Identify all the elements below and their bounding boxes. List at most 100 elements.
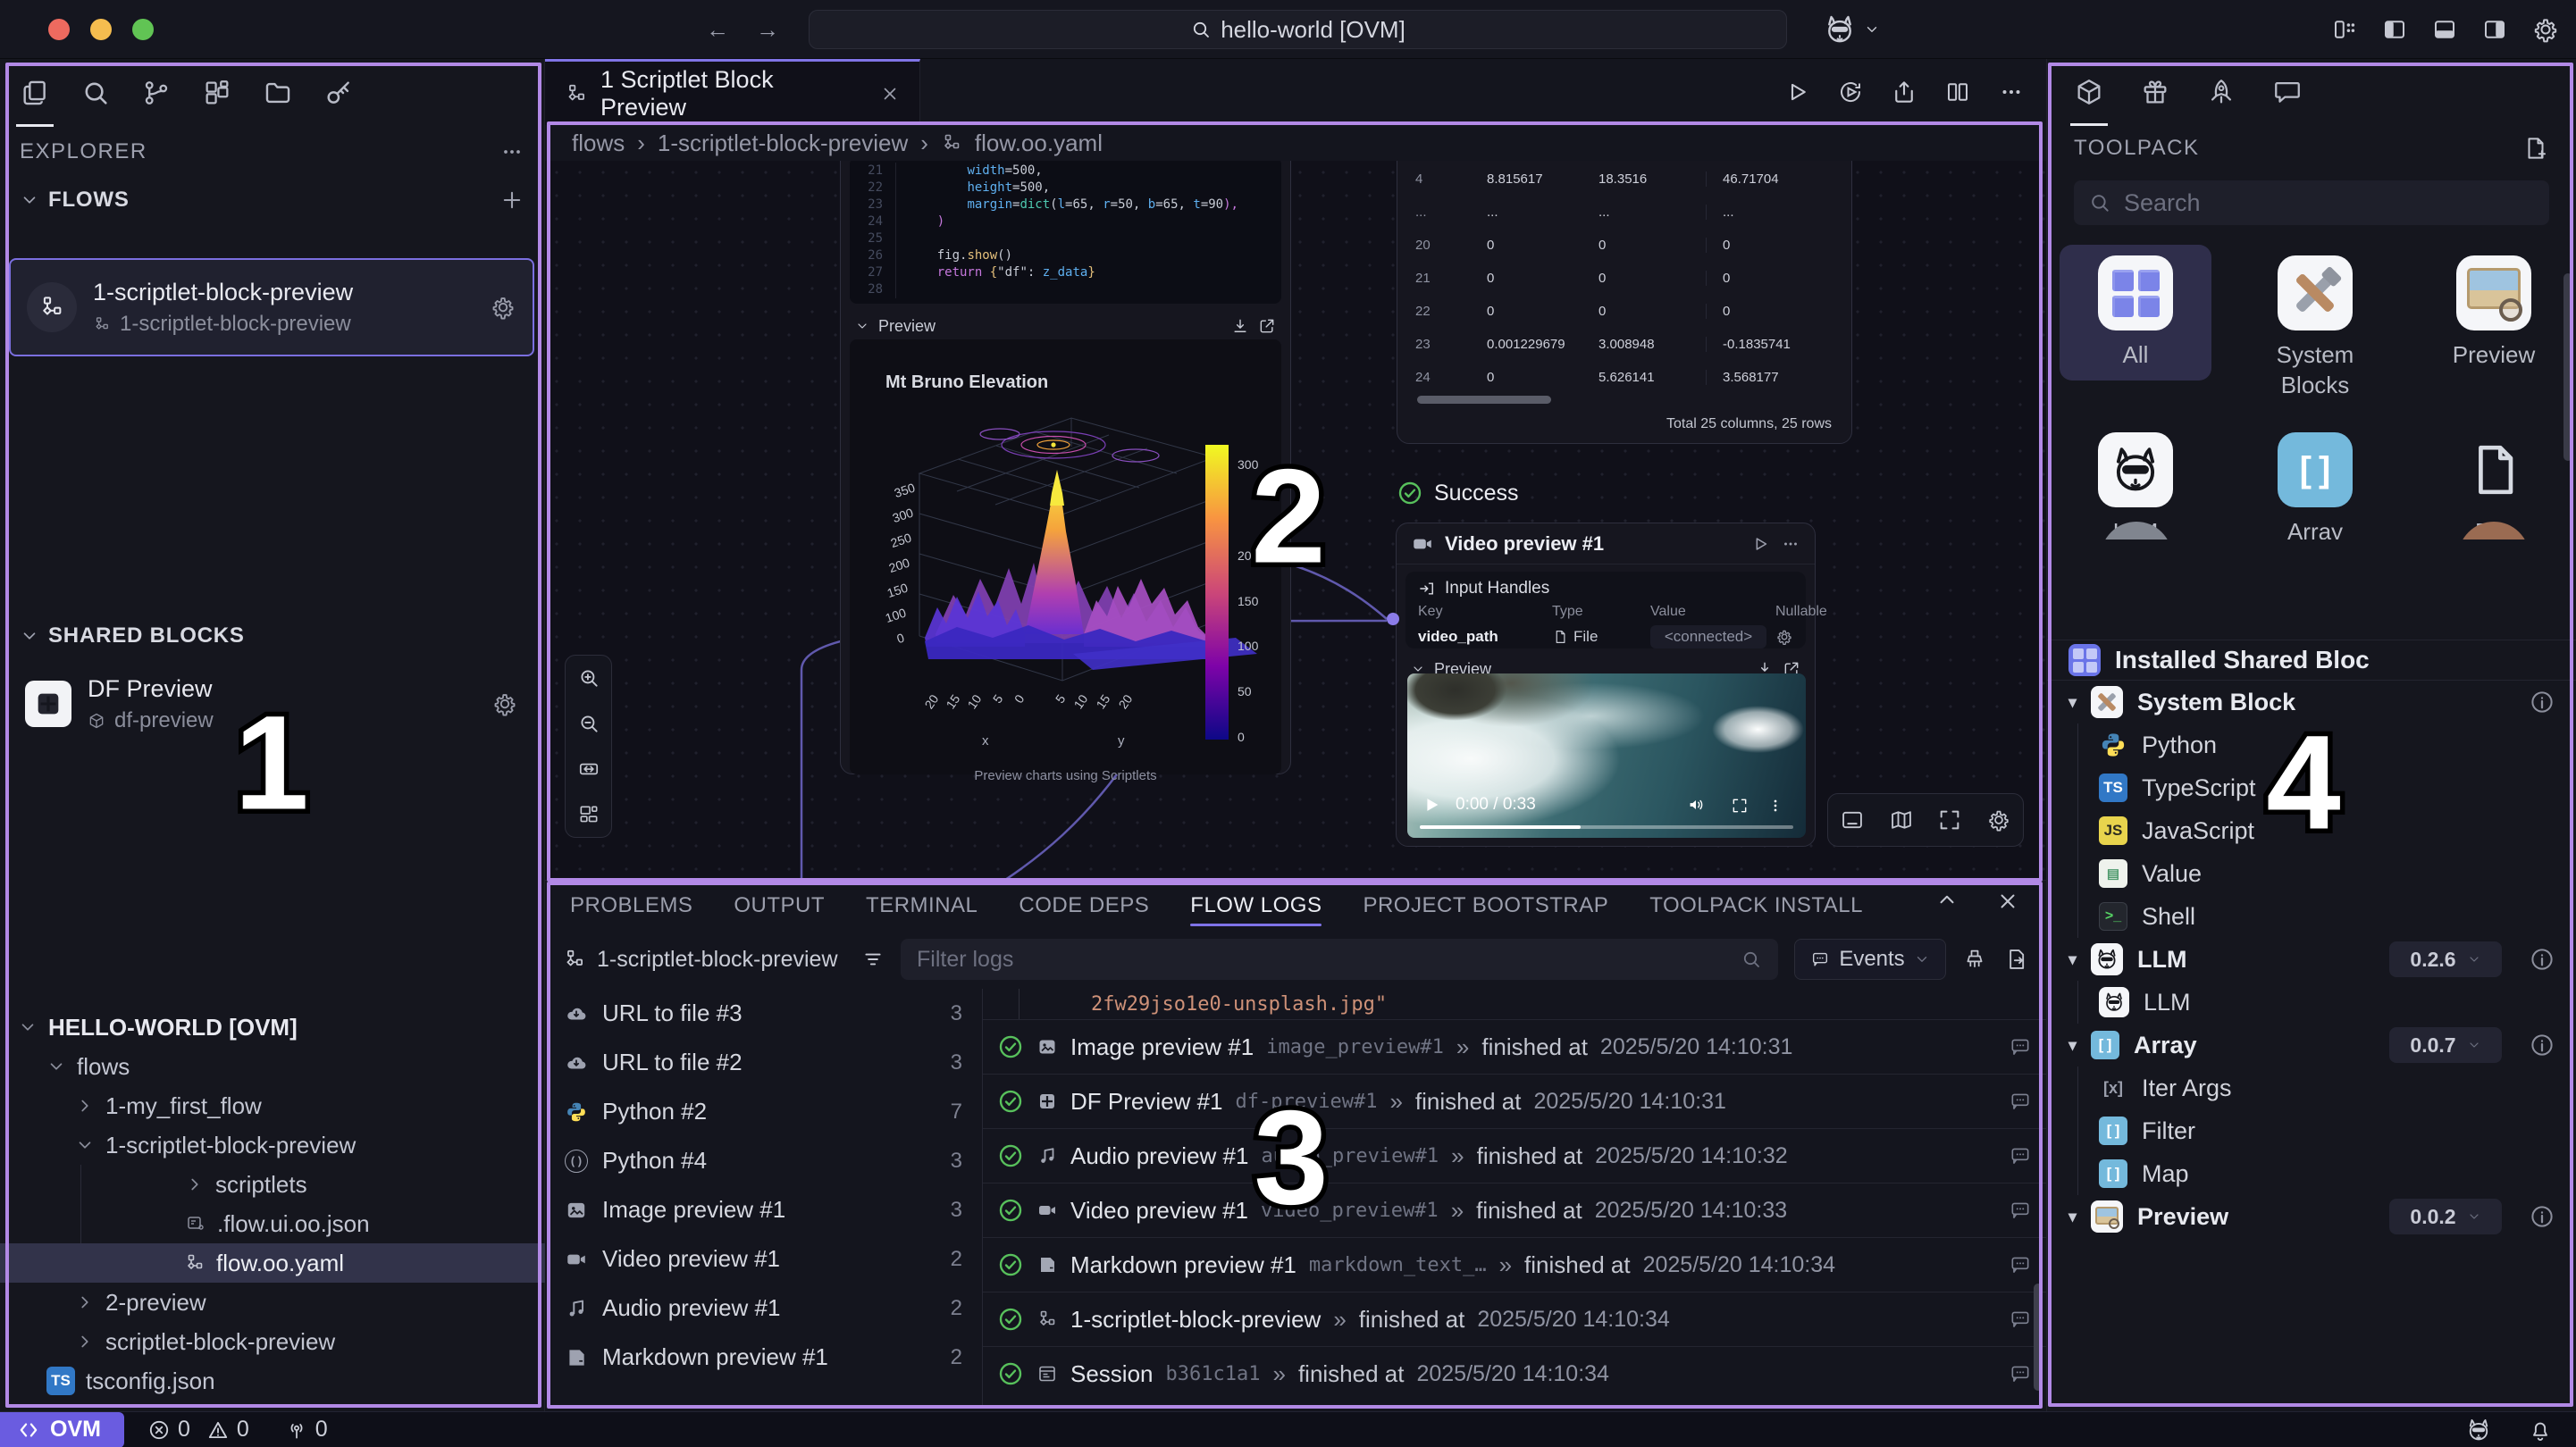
- video-play-icon[interactable]: [1422, 795, 1441, 815]
- logs-flow-selector[interactable]: 1-scriptlet-block-preview: [563, 947, 885, 973]
- activity-explorer-icon[interactable]: [20, 59, 50, 127]
- log-node-row[interactable]: URL to file #33: [545, 989, 982, 1038]
- handle-settings-gear-icon[interactable]: [1775, 628, 1793, 646]
- close-window-button[interactable]: [48, 19, 70, 40]
- activity-search-icon[interactable]: [80, 59, 111, 127]
- toggle-panel-icon[interactable]: [1840, 807, 1865, 832]
- video-input-handle[interactable]: [1387, 613, 1399, 625]
- log-entry[interactable]: Video preview #1video_preview#1»finished…: [983, 1183, 2046, 1237]
- assistant-corgi-icon[interactable]: [2465, 1417, 2492, 1443]
- df-table-row[interactable]: 20000: [1415, 229, 1833, 262]
- log-entry[interactable]: 1-scriptlet-block-preview»finished at202…: [983, 1292, 2046, 1346]
- log-node-row[interactable]: Image preview #13: [545, 1185, 982, 1234]
- minimap-icon[interactable]: [1889, 807, 1914, 832]
- group-system-blocks[interactable]: ▾System Block: [2047, 681, 2576, 724]
- split-editor-icon[interactable]: [1944, 79, 1971, 105]
- group-llm[interactable]: ▾LLM0.2.6: [2047, 938, 2576, 981]
- category-array[interactable]: [ ] Array: [2239, 422, 2391, 539]
- flows-section-header[interactable]: FLOWS: [0, 177, 544, 223]
- handle-value[interactable]: <connected>: [1650, 625, 1766, 648]
- df-table-row[interactable]: 22000: [1415, 295, 1833, 328]
- breadcrumb-flow-folder[interactable]: 1-scriptlet-block-preview: [658, 130, 908, 157]
- code-line[interactable]: 25: [850, 230, 1281, 247]
- block-typescript[interactable]: TSTypeScript: [2047, 766, 2576, 809]
- video-kebab-icon[interactable]: [1766, 797, 1784, 815]
- flow-canvas[interactable]: 21 width=500,22 height=500,23 margin=dic…: [545, 161, 2046, 880]
- toolpack-scrollbar[interactable]: [2563, 273, 2572, 461]
- new-block-doc-icon[interactable]: [2522, 135, 2549, 162]
- tree-item-scriptlet-block-preview[interactable]: 1-scriptlet-block-preview: [0, 1125, 545, 1165]
- log-entry[interactable]: Image preview #1image_preview#1»finished…: [983, 1019, 2046, 1074]
- scriptlet-node[interactable]: 21 width=500,22 height=500,23 margin=dic…: [840, 161, 1291, 774]
- comment-icon[interactable]: [2009, 1308, 2032, 1331]
- clear-logs-icon[interactable]: [1962, 947, 1987, 972]
- toggle-left-panel-icon[interactable]: [2381, 16, 2408, 43]
- log-entry[interactable]: DF Preview #1df-preview#1»finished at202…: [983, 1074, 2046, 1128]
- toolpack-tab-icon[interactable]: [2074, 58, 2104, 126]
- block-map[interactable]: [ ]Map: [2047, 1152, 2576, 1195]
- code-line[interactable]: 21 width=500,: [850, 163, 1281, 180]
- info-icon[interactable]: [2529, 1203, 2555, 1230]
- auto-layout-icon[interactable]: [577, 803, 600, 826]
- df-table-hscrollbar[interactable]: [1417, 396, 1551, 404]
- code-line[interactable]: 28: [850, 281, 1281, 298]
- tab-output[interactable]: OUTPUT: [734, 881, 825, 930]
- activity-folder-icon[interactable]: [263, 59, 293, 127]
- more-actions-icon[interactable]: [1998, 79, 2025, 105]
- tree-item-flow-ui-json[interactable]: .flow.ui.oo.json: [80, 1204, 545, 1243]
- video-preview-node[interactable]: Video preview #1 Input Handles Key Type …: [1396, 523, 1816, 847]
- minimize-window-button[interactable]: [90, 19, 112, 40]
- tree-item-scriptlet-block-preview-2[interactable]: scriptlet-block-preview: [0, 1322, 545, 1361]
- notifications-bell-icon[interactable]: [2528, 1418, 2553, 1443]
- download-preview-icon[interactable]: [1231, 317, 1249, 335]
- shared-settings-gear-icon[interactable]: [491, 690, 518, 717]
- maximize-window-button[interactable]: [132, 19, 154, 40]
- problems-status[interactable]: 0 0: [147, 1417, 249, 1443]
- info-icon[interactable]: [2529, 1032, 2555, 1058]
- flow-settings-gear-icon[interactable]: [490, 294, 516, 321]
- category-system-blocks[interactable]: System Blocks: [2239, 245, 2391, 400]
- workspace-search-bar[interactable]: hello-world [OVM]: [809, 10, 1787, 49]
- zoom-in-icon[interactable]: [577, 666, 600, 690]
- code-line[interactable]: 23 margin=dict(l=65, r=50, b=65, t=90),: [850, 197, 1281, 213]
- tree-item-scriptlets[interactable]: scriptlets: [80, 1165, 545, 1204]
- category-all[interactable]: All: [2060, 245, 2211, 381]
- canvas-settings-gear-icon[interactable]: [1986, 807, 2011, 832]
- df-table-row[interactable]: 21000: [1415, 262, 1833, 295]
- df-table-row[interactable]: 48.81561718.351646.71704: [1415, 163, 1833, 196]
- info-icon[interactable]: [2529, 946, 2555, 973]
- df-table-row[interactable]: 230.0012296793.008948-0.1835741: [1415, 328, 1833, 361]
- toolpack-search-input[interactable]: Search: [2074, 180, 2549, 225]
- log-entry[interactable]: Audio preview #1audio_preview#1»finished…: [983, 1128, 2046, 1183]
- breadcrumb-file[interactable]: flow.oo.yaml: [975, 130, 1103, 157]
- settings-gear-icon[interactable]: [2531, 15, 2560, 44]
- panel-close-icon[interactable]: [1996, 890, 2019, 913]
- comment-icon[interactable]: [2009, 1362, 2032, 1385]
- zoom-out-icon[interactable]: [577, 712, 600, 735]
- comment-icon[interactable]: [2009, 1035, 2032, 1058]
- tab-project-bootstrap[interactable]: PROJECT BOOTSTRAP: [1363, 881, 1608, 930]
- log-node-row[interactable]: Python #27: [545, 1087, 982, 1136]
- log-node-row[interactable]: Audio preview #12: [545, 1284, 982, 1333]
- rerun-flow-icon[interactable]: [1837, 79, 1864, 105]
- log-node-row[interactable]: ( )Python #43: [545, 1136, 982, 1185]
- category-preview[interactable]: Preview: [2418, 245, 2570, 370]
- nav-forward-icon[interactable]: →: [756, 16, 779, 44]
- activity-source-control-icon[interactable]: [141, 59, 172, 127]
- group-array[interactable]: ▾[ ]Array0.0.7: [2047, 1024, 2576, 1066]
- block-python[interactable]: Python: [2047, 724, 2576, 766]
- log-node-row[interactable]: URL to file #23: [545, 1038, 982, 1087]
- run-flow-icon[interactable]: [1783, 79, 1810, 105]
- tree-item-2-preview[interactable]: 2-preview: [0, 1283, 545, 1322]
- code-line[interactable]: 26 fig.show(): [850, 247, 1281, 264]
- group-preview[interactable]: ▾Preview0.0.2: [2047, 1195, 2576, 1238]
- log-entry[interactable]: Sessionb361c1a1»finished at2025/5/20 14:…: [983, 1346, 2046, 1401]
- activity-blocks-icon[interactable]: [202, 59, 232, 127]
- tree-item-tsconfig[interactable]: TStsconfig.json: [0, 1361, 545, 1401]
- block-llm[interactable]: LLM: [2047, 981, 2576, 1024]
- ports-status[interactable]: 0: [285, 1417, 328, 1443]
- deploy-rocket-icon[interactable]: [2206, 58, 2236, 126]
- assistant-corgi-icon[interactable]: [1823, 13, 1857, 46]
- video-fullscreen-icon[interactable]: [1731, 797, 1749, 815]
- array-version-select[interactable]: 0.0.7: [2389, 1027, 2502, 1063]
